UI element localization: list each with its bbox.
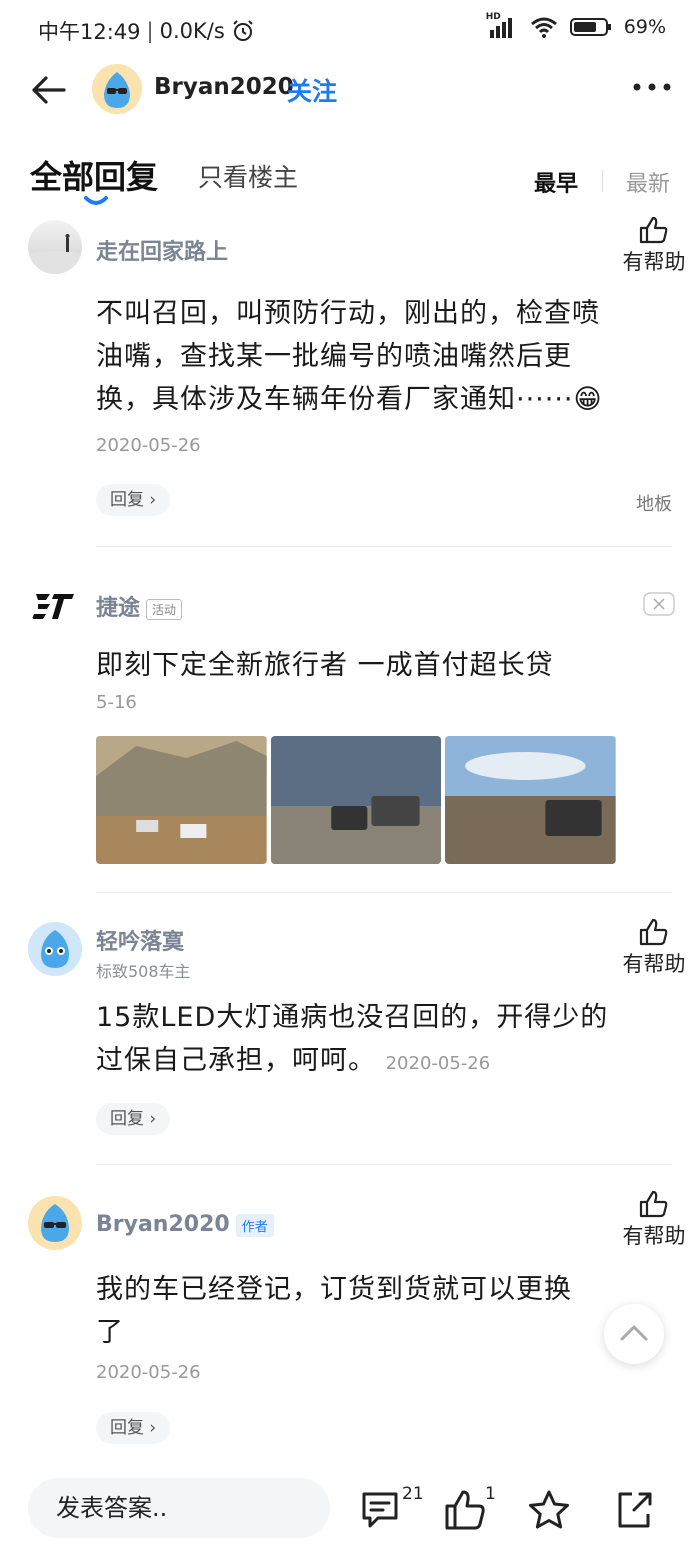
back-arrow-icon[interactable] <box>28 70 68 110</box>
ad-image[interactable] <box>445 736 617 864</box>
thumb-up-icon <box>639 918 668 946</box>
helpful-button[interactable]: 有帮助 <box>614 918 694 978</box>
alarm-icon <box>233 20 253 41</box>
sort-latest[interactable]: 最新 <box>626 166 670 198</box>
reply-date: 2020-05-26 <box>385 1053 491 1074</box>
thumb-up-icon <box>639 1190 668 1218</box>
tab-host-only[interactable]: 只看楼主 <box>198 158 298 194</box>
reply-content: 不叫召回，叫预防行动，刚出的，检查喷油嘴，查找某一批编号的喷油嘴然后更换，具体涉… <box>96 298 603 456</box>
like-count: 1 <box>485 1484 496 1504</box>
avatar[interactable] <box>28 1196 82 1250</box>
author-badge: 作者 <box>235 1213 274 1237</box>
reply-username[interactable]: 走在回家路上 <box>96 234 228 266</box>
reply-date: 2020-05-26 <box>96 435 201 456</box>
ad-title: 即刻下定全新旅行者 一成首付超长贷 <box>96 650 554 681</box>
wifi-icon <box>530 17 557 38</box>
floor-label: 地板 <box>636 494 672 515</box>
bottom-bar: 发表答案.. 21 1 <box>0 1470 700 1555</box>
ad-brand: 捷途 活动 <box>96 590 183 622</box>
chevron-up-icon <box>620 1325 648 1341</box>
reply-button[interactable]: 回复 › <box>96 1412 171 1444</box>
scroll-top-button[interactable] <box>604 1304 664 1364</box>
divider <box>96 892 672 893</box>
status-time: 中午12:49 <box>38 20 141 44</box>
sort-divider <box>602 170 603 192</box>
reply-button[interactable]: 回复 › <box>96 484 171 516</box>
answer-input[interactable]: 发表答案.. <box>28 1478 330 1538</box>
more-icon[interactable] <box>632 80 672 94</box>
thumb-up-icon <box>639 216 668 244</box>
header: Bryan2020 关注 <box>0 60 700 120</box>
close-icon[interactable] <box>643 592 675 616</box>
header-avatar[interactable] <box>92 64 142 114</box>
share-icon[interactable] <box>612 1488 656 1532</box>
ad-image[interactable] <box>96 736 267 864</box>
comment-icon[interactable] <box>358 1488 402 1532</box>
helpful-button[interactable]: 有帮助 <box>614 1190 694 1250</box>
thumb-up-icon[interactable] <box>443 1488 487 1532</box>
avatar[interactable] <box>28 220 82 274</box>
reply-button[interactable]: 回复 › <box>96 1103 171 1135</box>
car-owner-label: 标致508车主 <box>96 962 191 981</box>
ad-badge: 活动 <box>146 598 183 620</box>
helpful-button[interactable]: 有帮助 <box>614 216 694 276</box>
brand-logo <box>28 576 82 630</box>
header-username[interactable]: Bryan2020 <box>154 74 294 100</box>
ad-image-gallery[interactable] <box>96 736 617 864</box>
star-icon[interactable] <box>527 1488 571 1532</box>
reply-tabs: 全部回复 只看楼主 最早 最新 <box>0 140 700 210</box>
network-speed: 0.0K/s <box>159 19 225 43</box>
ad-date: 5-16 <box>96 692 137 713</box>
reply-content: 我的车已经登记，订货到货就可以更换了 <box>96 1274 572 1348</box>
reply-content: 15款LED大灯通病也没召回的，开得少的过保自己承担，呵呵。 2020-05-2… <box>96 1002 609 1076</box>
reply-username[interactable]: 轻吟落寞 <box>96 924 184 956</box>
battery-icon <box>569 18 611 36</box>
tab-all-replies[interactable]: 全部回复 <box>30 152 158 198</box>
divider <box>96 1164 672 1165</box>
follow-button[interactable]: 关注 <box>287 72 337 108</box>
comment-count: 21 <box>402 1484 424 1504</box>
avatar[interactable] <box>28 922 82 976</box>
battery-level: 69% <box>623 16 666 38</box>
reply-date: 2020-05-26 <box>96 1362 201 1383</box>
ad-image[interactable] <box>270 736 442 864</box>
sort-earliest[interactable]: 最早 <box>534 166 578 198</box>
divider <box>96 546 672 547</box>
status-bar: 中午12:49 | 0.0K/s HD 69% <box>38 12 666 44</box>
reply-username[interactable]: Bryan2020 作者 <box>96 1212 274 1237</box>
hd-signal-icon: HD <box>486 12 518 38</box>
tab-active-indicator <box>84 196 108 205</box>
